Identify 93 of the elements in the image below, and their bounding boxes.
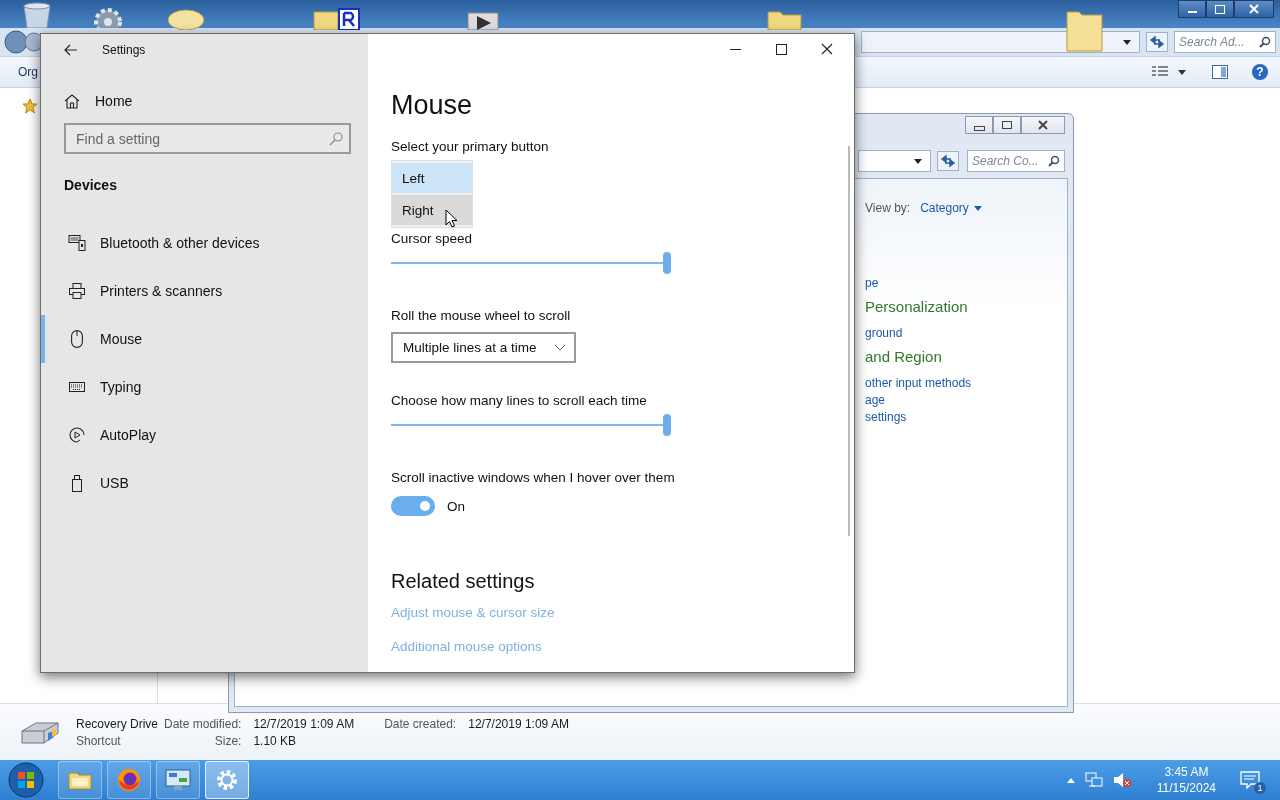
dropdown-caret-icon[interactable] [1123, 39, 1131, 45]
setting-label: Cursor speed [391, 231, 473, 246]
autoplay-icon [68, 427, 86, 443]
toggle-state: On [447, 498, 465, 514]
folder-icon [767, 8, 803, 30]
category-heading[interactable]: and Region [865, 348, 942, 365]
dropdown-option[interactable]: Left [392, 163, 472, 193]
nav-item[interactable]: Bluetooth & other devices [41, 219, 368, 267]
folder-icon [1066, 8, 1104, 52]
refresh-icon[interactable] [1146, 32, 1168, 52]
close-icon [1249, 4, 1259, 14]
clock-date[interactable]: 11/15/2024 [1156, 781, 1216, 795]
setting-label: Select your primary button [391, 139, 549, 154]
search-field[interactable]: Search Co... [967, 150, 1065, 172]
taskbar-app-button[interactable] [156, 761, 200, 799]
volume-muted-icon[interactable] [1112, 772, 1131, 788]
action-center-button[interactable]: 1 [1238, 769, 1266, 791]
nav-item[interactable]: Printers & scanners [41, 267, 368, 315]
search-icon [329, 131, 343, 146]
minimize-button[interactable] [965, 116, 993, 134]
close-button[interactable] [1021, 116, 1065, 134]
home-icon [64, 93, 80, 109]
restore-button[interactable] [993, 116, 1021, 134]
search-field[interactable]: Find a setting [64, 123, 351, 154]
network-icon[interactable] [1084, 772, 1103, 788]
dropdown-caret-icon[interactable] [914, 158, 922, 164]
devices-icon [68, 235, 86, 251]
nav-item[interactable]: AutoPlay [41, 411, 368, 459]
search-field[interactable]: Search Ad... [1174, 31, 1276, 53]
taskbar-app-button[interactable] [58, 761, 102, 799]
printer-icon [68, 283, 86, 299]
search-icon [1259, 36, 1271, 48]
message-icon [1240, 771, 1260, 789]
page-title: Mouse [391, 90, 473, 121]
back-arrow-icon[interactable] [64, 44, 78, 56]
file-name: Recovery Drive [76, 716, 159, 731]
close-icon [1037, 120, 1049, 130]
category-link[interactable]: settings [865, 409, 907, 426]
home-nav-item[interactable]: Home [64, 91, 133, 111]
dropdown-caret-icon[interactable] [1178, 69, 1186, 75]
setting-label: Choose how many lines to scroll each time [391, 393, 647, 408]
close-icon [821, 43, 833, 55]
detail-value: 1.10 KB [253, 733, 298, 748]
detail-label: Size: [213, 733, 242, 748]
setting-label: Roll the mouse wheel to scroll [391, 308, 571, 323]
restore-button[interactable] [1206, 0, 1234, 18]
nav-item[interactable]: Typing [41, 363, 368, 411]
folder-icon [313, 8, 361, 30]
section-heading: Related settings [391, 570, 535, 593]
organize-menu[interactable]: Org [18, 65, 38, 79]
preview-pane-icon[interactable] [1212, 65, 1228, 79]
slider-thumb[interactable] [663, 252, 671, 274]
view-icon[interactable] [1152, 66, 1168, 78]
keyboard-icon [68, 382, 86, 392]
toggle-switch[interactable] [391, 496, 435, 516]
search-icon [1048, 155, 1060, 167]
category-link[interactable]: age [865, 392, 886, 409]
monitor-icon [165, 769, 191, 791]
file-type: Shortcut [76, 733, 122, 748]
dropdown-option[interactable]: Right [392, 195, 472, 225]
browser-icon [117, 768, 141, 792]
refresh-icon[interactable] [937, 151, 959, 171]
mouse-icon [68, 330, 86, 348]
detail-value: 12/7/2019 1:09 AM [253, 716, 355, 731]
category-heading[interactable]: Personalization [865, 298, 968, 315]
close-button[interactable] [1234, 0, 1274, 18]
help-button[interactable]: ? [1252, 64, 1268, 80]
window-title: Settings [102, 43, 146, 57]
taskbar-app-button[interactable] [107, 761, 151, 799]
category-link[interactable]: other input methods [865, 375, 972, 392]
nav-item[interactable]: USB [41, 459, 368, 507]
show-hidden-icons-caret-icon[interactable] [1066, 777, 1075, 783]
detail-value: 12/7/2019 1:09 AM [468, 716, 569, 731]
setting-label: Scroll inactive windows when I hover over them [391, 470, 675, 485]
notification-count: 1 [1254, 782, 1266, 794]
mouse-pointer-icon [445, 209, 458, 228]
detail-label: Date modified: [164, 716, 242, 731]
view-by-label: View by: [865, 201, 911, 215]
gear-icon [216, 769, 238, 791]
minimize-button[interactable] [1178, 0, 1206, 18]
scroll-mode-dropdown[interactable]: Multiple lines at a time [391, 332, 576, 363]
view-by-dropdown[interactable]: Category [920, 201, 982, 215]
dropdown-caret-icon [973, 205, 982, 211]
category-link[interactable]: ground [865, 325, 903, 342]
detail-label: Date created: [384, 716, 457, 731]
category-link[interactable]: pe [865, 275, 879, 292]
star-icon [22, 98, 38, 114]
folder-icon [68, 770, 92, 790]
start-button[interactable] [8, 762, 44, 798]
media-icon [467, 10, 501, 30]
chevron-down-icon [554, 344, 566, 351]
section-heading: Devices [64, 177, 118, 193]
slider-thumb[interactable] [663, 414, 671, 436]
